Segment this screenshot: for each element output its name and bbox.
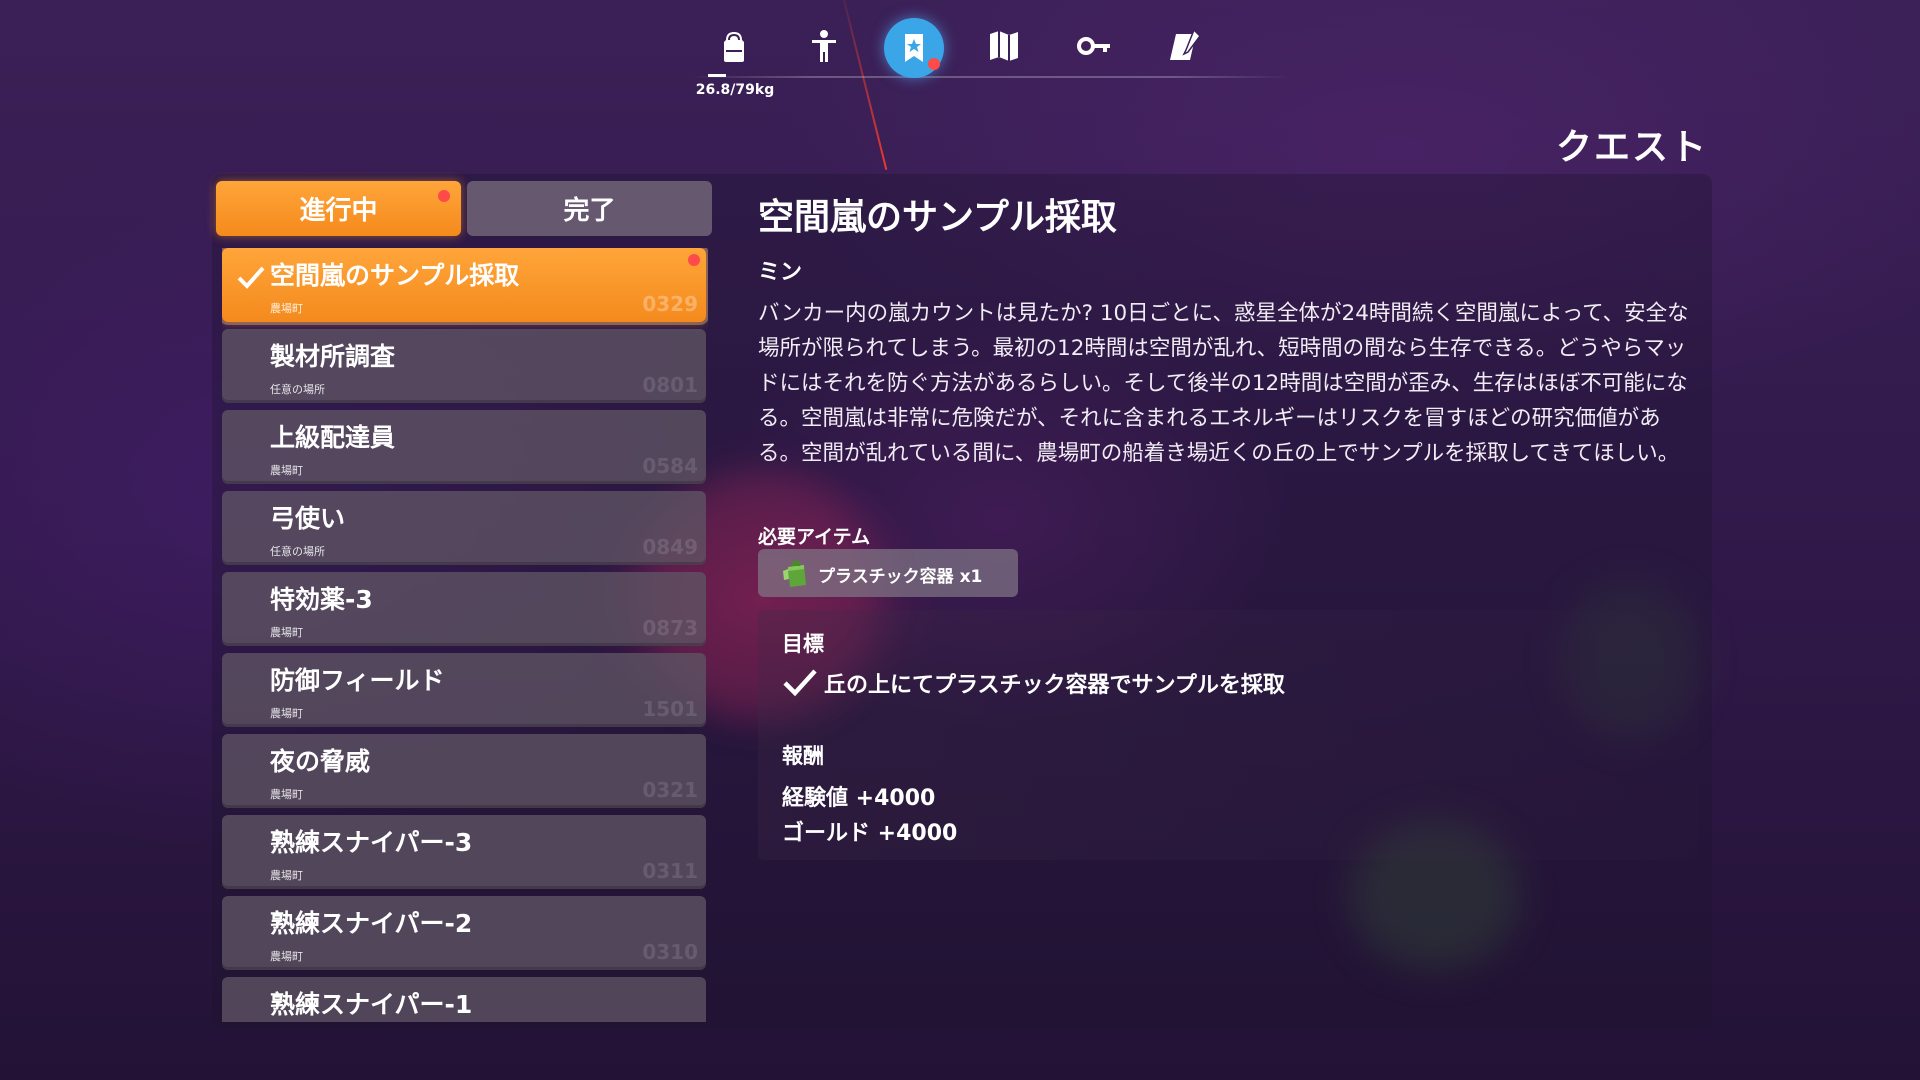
journal-icon[interactable] (1156, 18, 1212, 74)
quest-item[interactable]: 夜の脅威 農場町 0321 (222, 734, 706, 808)
quest-name: 製材所調査 (270, 342, 396, 371)
key-icon[interactable] (1066, 18, 1122, 74)
required-item[interactable]: プラスチック容器 x1 (758, 549, 1018, 597)
quest-number: 1501 (642, 697, 698, 721)
quest-name: 防御フィールド (270, 666, 445, 695)
reward-xp: 経験値 +4000 (782, 786, 936, 811)
quest-location: 農場町 (270, 302, 303, 315)
quest-name: 熟練スナイパー-1 (270, 990, 473, 1019)
top-nav (690, 12, 1290, 82)
tab-label: 完了 (563, 196, 616, 226)
plastic-container-icon (783, 561, 806, 587)
quest-name: 夜の脅威 (270, 747, 371, 776)
quest-number: 0849 (642, 535, 698, 559)
quest-name: 熟練スナイパー-2 (270, 909, 473, 938)
quest-item[interactable]: 熟練スナイパー-1 (222, 977, 706, 1022)
objective-text: 丘の上にてプラスチック容器でサンプルを採取 (824, 673, 1285, 698)
map-icon[interactable] (976, 18, 1032, 74)
checkmark-icon (237, 266, 265, 289)
quest-location: 農場町 (270, 950, 303, 963)
reward-gold: ゴールド +4000 (782, 821, 958, 846)
character-icon[interactable] (796, 18, 852, 74)
quest-location: 任意の場所 (270, 383, 325, 396)
quest-name: 特効薬-3 (270, 585, 373, 614)
quest-location: 任意の場所 (270, 545, 325, 558)
quest-item[interactable]: 熟練スナイパー-3 農場町 0311 (222, 815, 706, 889)
quest-giver: ミン (758, 260, 803, 285)
quest-title: 空間嵐のサンプル採取 (758, 197, 1117, 238)
quest-number: 0329 (642, 292, 698, 316)
quest-description: バンカー内の嵐カウントは見たか? 10日ごとに、惑星全体が24時間続く空間嵐によ… (758, 301, 1689, 466)
quest-location: 農場町 (270, 707, 303, 720)
tab-label: 進行中 (299, 196, 378, 226)
quest-item[interactable]: 防御フィールド 農場町 1501 (222, 653, 706, 727)
quest-item[interactable]: 弓使い 任意の場所 0849 (222, 491, 706, 565)
quest-number: 0873 (642, 616, 698, 640)
quest-location: 農場町 (270, 869, 303, 882)
tab-notification-dot (438, 190, 450, 202)
carry-weight: 26.8/79kg (695, 82, 775, 98)
quest-name: 弓使い (270, 504, 346, 533)
page-title: クエスト (1555, 127, 1708, 168)
quest-item[interactable]: 空間嵐のサンプル採取 農場町 0329 (222, 248, 706, 322)
tab-in-progress[interactable]: 進行中 (216, 181, 461, 236)
weight-indicator-bar (708, 74, 726, 77)
quest-location: 農場町 (270, 464, 303, 477)
quest-location: 農場町 (270, 788, 303, 801)
quest-number: 0310 (642, 940, 698, 964)
tab-completed[interactable]: 完了 (467, 181, 712, 236)
quest-name: 空間嵐のサンプル採取 (270, 261, 520, 290)
quest-item[interactable]: 製材所調査 任意の場所 0801 (222, 329, 706, 403)
objective-check-icon (783, 669, 817, 697)
quest-item[interactable]: 特効薬-3 農場町 0873 (222, 572, 706, 646)
quest-list[interactable]: 空間嵐のサンプル採取 農場町 0329 製材所調査 任意の場所 0801 上級配… (222, 248, 708, 1022)
quest-item[interactable]: 熟練スナイパー-2 農場町 0310 (222, 896, 706, 970)
quest-item[interactable]: 上級配達員 農場町 0584 (222, 410, 706, 484)
quest-name: 上級配達員 (270, 423, 396, 452)
quest-notification-dot (928, 58, 940, 70)
required-items-label: 必要アイテム (758, 526, 871, 548)
new-quest-dot (688, 254, 700, 266)
quest-number: 0584 (642, 454, 698, 478)
quest-number: 0311 (642, 859, 698, 883)
reward-heading: 報酬 (782, 744, 824, 768)
quest-location: 農場町 (270, 626, 303, 639)
quest-number: 0321 (642, 778, 698, 802)
backpack-icon[interactable] (706, 18, 762, 74)
required-item-label: プラスチック容器 x1 (818, 567, 983, 587)
quest-name: 熟練スナイパー-3 (270, 828, 473, 857)
objective-heading: 目標 (782, 632, 824, 656)
quest-number: 0801 (642, 373, 698, 397)
